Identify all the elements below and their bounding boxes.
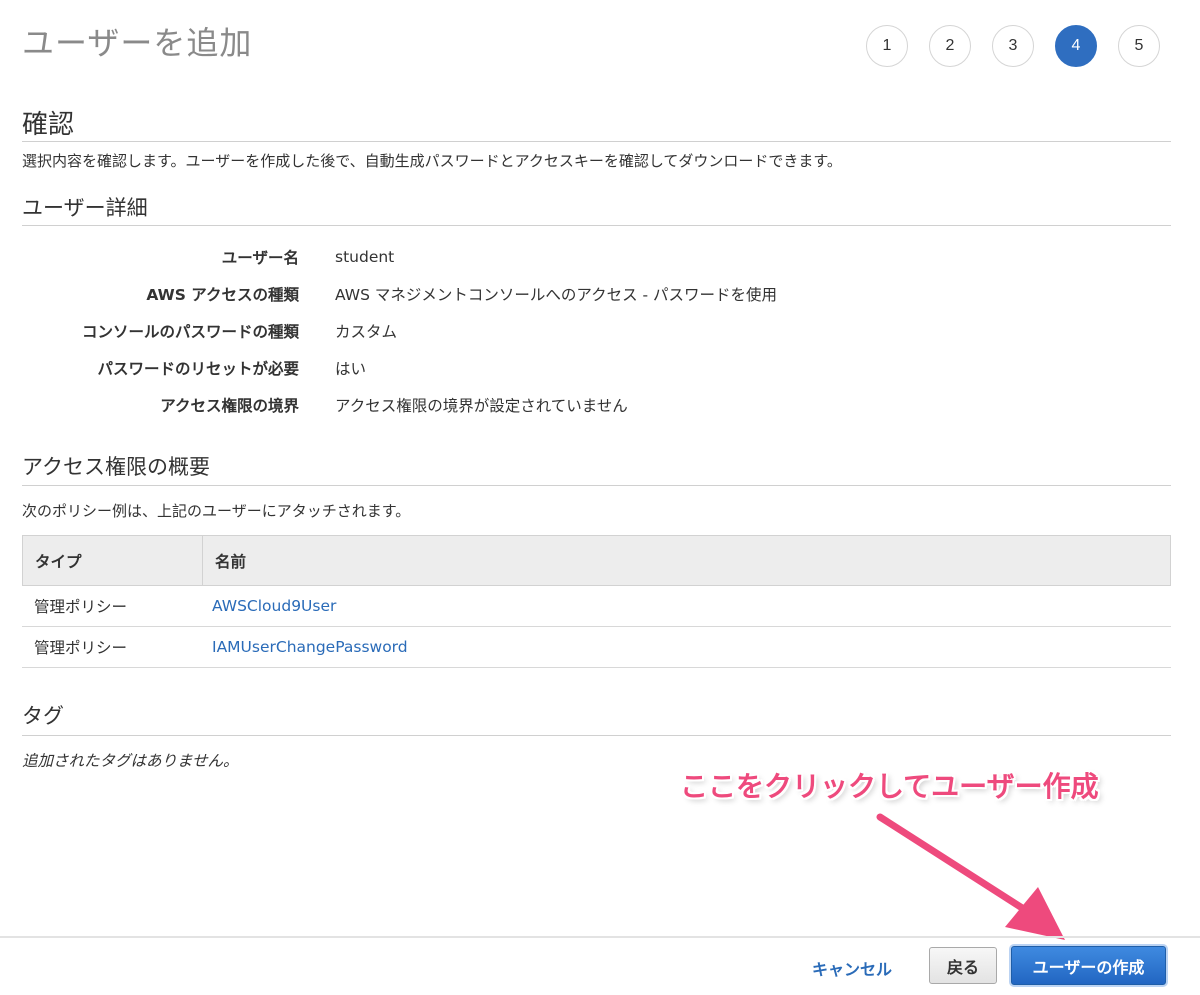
column-header-name[interactable]: 名前 <box>203 550 246 572</box>
permissions-heading: アクセス権限の概要 <box>22 455 210 479</box>
detail-row-access-type: AWS アクセスの種類 AWS マネジメントコンソールへのアクセス - パスワー… <box>22 275 1171 312</box>
step-1[interactable]: 1 <box>866 25 908 67</box>
detail-row-username: ユーザー名 student <box>22 238 1171 275</box>
detail-value: はい <box>335 359 367 378</box>
policy-name-link[interactable]: AWSCloud9User <box>202 597 336 615</box>
wizard-steps: 1 2 3 4 5 <box>866 25 1160 67</box>
detail-label: コンソールのパスワードの種類 <box>81 322 299 341</box>
detail-row-permission-boundary: アクセス権限の境界 アクセス権限の境界が設定されていません <box>22 386 1171 423</box>
step-4-current[interactable]: 4 <box>1055 25 1097 67</box>
user-details-heading: ユーザー詳細 <box>22 196 148 220</box>
divider <box>22 485 1171 486</box>
create-user-button[interactable]: ユーザーの作成 <box>1011 946 1166 985</box>
detail-value: アクセス権限の境界が設定されていません <box>335 396 628 415</box>
table-row: 管理ポリシー AWSCloud9User <box>22 586 1171 627</box>
divider <box>22 225 1171 226</box>
step-3[interactable]: 3 <box>992 25 1034 67</box>
detail-label: パスワードのリセットが必要 <box>97 359 299 378</box>
detail-label: アクセス権限の境界 <box>160 396 299 415</box>
detail-label: AWS アクセスの種類 <box>146 285 299 304</box>
cancel-button[interactable]: キャンセル <box>812 956 892 980</box>
table-header: タイプ 名前 <box>22 535 1171 586</box>
detail-value: student <box>335 247 395 266</box>
table-row: 管理ポリシー IAMUserChangePassword <box>22 627 1171 668</box>
detail-value: AWS マネジメントコンソールへのアクセス - パスワードを使用 <box>335 285 778 304</box>
footer-divider <box>0 936 1200 938</box>
review-description: 選択内容を確認します。ユーザーを作成した後で、自動生成パスワードとアクセスキーを… <box>22 152 842 170</box>
tags-heading: タグ <box>22 704 64 728</box>
divider <box>22 735 1171 736</box>
column-header-type[interactable]: タイプ <box>23 536 203 585</box>
detail-row-password-type: コンソールのパスワードの種類 カスタム <box>22 312 1171 349</box>
permissions-description: 次のポリシー例は、上記のユーザーにアタッチされます。 <box>22 502 411 520</box>
policy-type: 管理ポリシー <box>34 598 128 616</box>
page-title: ユーザーを追加 <box>22 24 253 62</box>
divider <box>22 141 1171 142</box>
annotation-callout: ここをクリックしてユーザー作成 <box>680 770 1099 803</box>
detail-label: ユーザー名 <box>221 248 299 267</box>
policy-table: タイプ 名前 管理ポリシー AWSCloud9User 管理ポリシー IAMUs… <box>22 535 1171 668</box>
step-5[interactable]: 5 <box>1118 25 1160 67</box>
review-heading: 確認 <box>22 110 75 140</box>
policy-name-link[interactable]: IAMUserChangePassword <box>202 638 408 656</box>
detail-value: カスタム <box>335 322 398 341</box>
user-details-list: ユーザー名 student AWS アクセスの種類 AWS マネジメントコンソー… <box>22 238 1171 423</box>
back-button[interactable]: 戻る <box>929 947 997 984</box>
policy-type: 管理ポリシー <box>34 639 128 657</box>
step-2[interactable]: 2 <box>929 25 971 67</box>
annotation-arrow-icon <box>876 813 1065 940</box>
tags-empty-text: 追加されたタグはありません。 <box>22 752 239 770</box>
detail-row-password-reset: パスワードのリセットが必要 はい <box>22 349 1171 386</box>
